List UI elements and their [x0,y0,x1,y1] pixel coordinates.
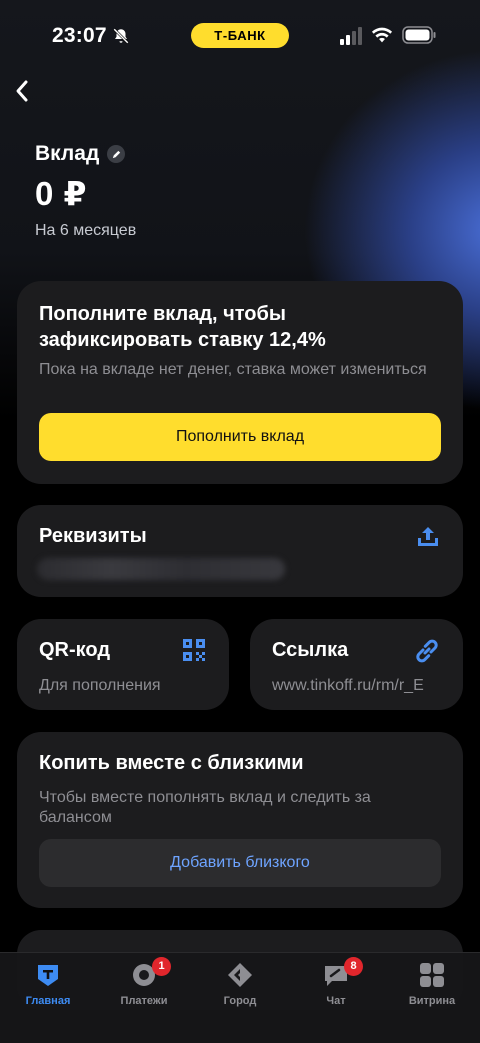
requisites-blurred-value [37,558,285,580]
tab-city-label: Город [223,995,257,1007]
tab-chat[interactable]: 8 Чат [288,957,384,1007]
requisites-title: Реквизиты [39,525,147,547]
payments-badge: 1 [152,957,171,976]
city-icon [226,961,254,989]
showcase-icon [418,961,446,989]
share-icon[interactable] [415,524,441,550]
qr-card[interactable]: QR-код Для пополнения [17,619,229,710]
tab-bar: Главная 1 Платежи Город 8 Чат Витрина [0,952,480,1043]
tab-showcase[interactable]: Витрина [384,961,480,1007]
status-bar: 23:07 Т-БАНК [0,0,480,70]
link-card[interactable]: Ссылка www.tinkoff.ru/rm/r_E [250,619,463,710]
carrier-badge: Т-БАНК [191,23,289,48]
requisites-card[interactable]: Реквизиты [17,505,463,597]
tab-city[interactable]: Город [192,961,288,1007]
tab-showcase-label: Витрина [408,995,456,1007]
chat-badge: 8 [344,957,363,976]
deposit-term: На 6 месяцев [35,222,137,239]
wifi-icon [371,27,393,43]
link-subtitle: www.tinkoff.ru/rm/r_E [272,677,424,694]
bell-off-icon [113,28,129,44]
topup-title: Пополните вклад, чтобы зафиксировать ста… [39,303,326,351]
home-icon [34,961,62,989]
deposit-balance: 0 ₽ [35,175,87,212]
payments-icon: 1 [130,957,171,989]
qr-subtitle: Для пополнения [39,677,161,694]
tab-home-label: Главная [25,995,71,1007]
link-icon [416,639,438,663]
topup-description: Пока на вкладе нет денег, ставка может и… [39,361,427,378]
save-together-title: Копить вместе с близкими [39,752,304,774]
pencil-icon[interactable] [107,145,126,163]
qr-code-icon [183,639,205,661]
chat-icon: 8 [322,957,363,989]
battery-icon [402,26,436,44]
tab-payments[interactable]: 1 Платежи [96,957,192,1007]
topup-button[interactable]: Пополнить вклад [39,413,441,461]
status-time: 23:07 [52,24,107,47]
tab-chat-label: Чат [326,995,346,1007]
tab-home[interactable]: Главная [0,961,96,1007]
save-together-description: Чтобы вместе пополнять вклад и следить з… [39,789,371,826]
tab-payments-label: Платежи [120,995,168,1007]
add-relative-button[interactable]: Добавить близкого [39,839,441,887]
signal-icon [340,27,362,45]
topup-card: Пополните вклад, чтобы зафиксировать ста… [17,281,463,484]
chevron-left-icon[interactable] [8,74,42,108]
deposit-header: Вклад 0 ₽ На 6 месяцев [35,142,136,240]
save-together-card: Копить вместе с близкими Чтобы вместе по… [17,732,463,908]
deposit-title: Вклад [35,142,100,165]
